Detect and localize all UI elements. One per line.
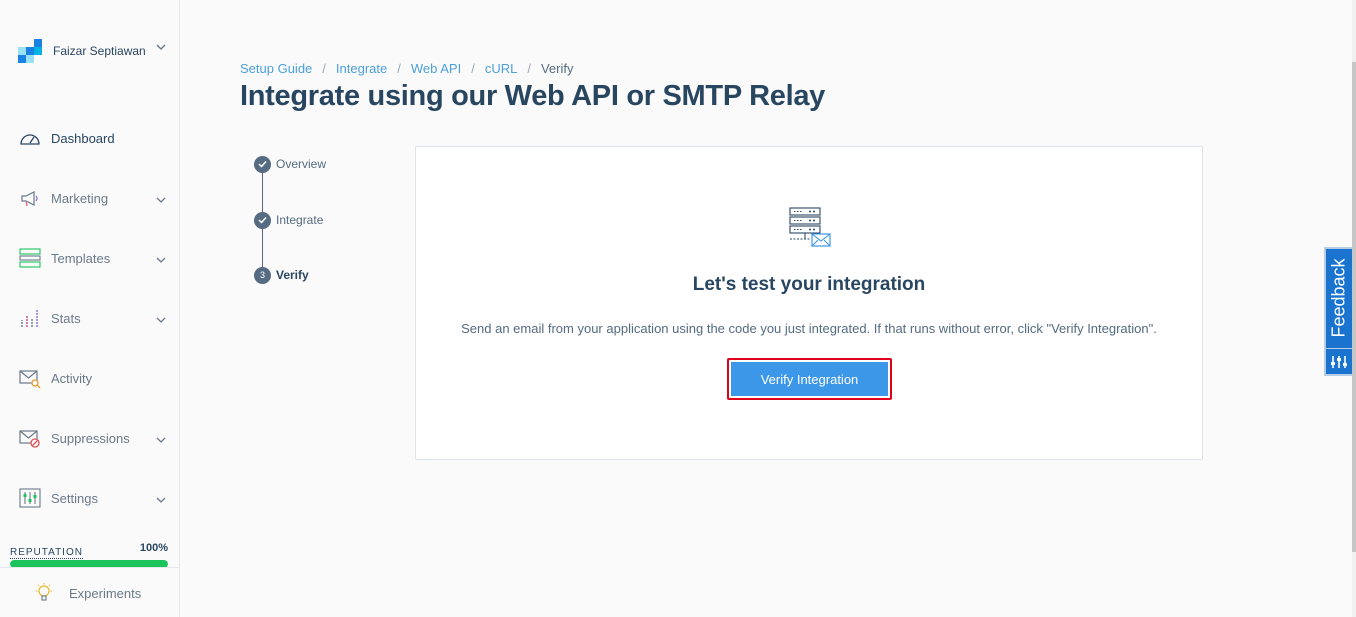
sidebar-item-templates[interactable]: Templates [0, 240, 179, 276]
verify-card: Let's test your integration Send an emai… [415, 146, 1203, 460]
chevron-down-icon [156, 491, 166, 503]
account-switcher[interactable]: Faizar Septiawan [18, 38, 168, 64]
setup-steps: Overview Integrate 3 Verify [254, 155, 394, 295]
reputation-meter: REPUTATION 100% [10, 542, 168, 568]
verify-integration-button[interactable]: Verify Integration [727, 358, 892, 400]
breadcrumb-current: Verify [540, 61, 574, 76]
suppressions-mail-block-icon [19, 428, 41, 448]
chevron-down-icon [156, 43, 166, 54]
sidebar-item-activity[interactable]: Activity [0, 360, 179, 396]
sidebar-item-experiments[interactable]: Experiments [0, 567, 179, 617]
sidebar-item-label: Activity [51, 370, 93, 386]
step-verify: 3 Verify [254, 266, 309, 284]
page-title: Integrate using our Web API or SMTP Rela… [240, 80, 825, 112]
card-description: Send an email from your application usin… [461, 321, 1157, 336]
step-integrate[interactable]: Integrate [254, 211, 323, 229]
chevron-down-icon [156, 251, 166, 263]
sidebar-item-label: Marketing [51, 190, 109, 206]
sidebar-item-label: Settings [51, 490, 98, 506]
server-email-icon [787, 206, 833, 248]
breadcrumb-separator: / [397, 61, 401, 76]
stats-bar-chart-icon [19, 308, 41, 328]
sidebar-item-stats[interactable]: Stats [0, 300, 179, 336]
sendgrid-logo-icon [18, 39, 42, 63]
reputation-value: 100% [139, 542, 168, 554]
page-scrollbar[interactable] [1352, 0, 1356, 617]
dashboard-gauge-icon [19, 128, 41, 148]
step-label: Verify [276, 268, 309, 282]
verify-integration-label: Verify Integration [731, 362, 888, 396]
chevron-down-icon [156, 191, 166, 203]
check-icon [254, 155, 271, 173]
sidebar-item-suppressions[interactable]: Suppressions [0, 420, 179, 456]
breadcrumb-integrate[interactable]: Integrate [336, 61, 387, 76]
step-connector [262, 172, 263, 212]
sidebar-item-label: Suppressions [51, 430, 130, 446]
chevron-down-icon [156, 311, 166, 323]
breadcrumb-web-api[interactable]: Web API [411, 61, 461, 76]
sidebar-item-dashboard[interactable]: Dashboard [0, 120, 179, 156]
feedback-divider [1326, 348, 1352, 349]
step-number: 3 [254, 266, 271, 284]
sidebar-item-label: Templates [51, 250, 111, 266]
breadcrumb-separator: / [322, 61, 326, 76]
scrollbar-thumb[interactable] [1352, 62, 1356, 552]
check-icon [254, 211, 271, 229]
templates-icon [19, 248, 41, 268]
step-overview[interactable]: Overview [254, 155, 326, 173]
chevron-down-icon [156, 431, 166, 443]
feedback-label: Feedback [1328, 258, 1349, 338]
step-label: Overview [276, 157, 327, 171]
card-title: Let's test your integration [692, 274, 926, 295]
sidebar-item-label: Stats [51, 310, 81, 326]
sidebar-item-label: Dashboard [51, 130, 115, 146]
breadcrumb-setup-guide[interactable]: Setup Guide [240, 61, 312, 76]
experiments-label: Experiments [69, 586, 142, 601]
reputation-label[interactable]: REPUTATION [10, 547, 83, 559]
sidebar-item-settings[interactable]: Settings [0, 480, 179, 516]
breadcrumb-separator: / [471, 61, 475, 76]
feedback-tab[interactable]: Feedback [1324, 247, 1352, 376]
breadcrumb-curl[interactable]: cURL [485, 61, 518, 76]
activity-mail-search-icon [19, 368, 41, 389]
feedback-sliders-icon [1329, 353, 1349, 371]
sidebar: Faizar Septiawan Dashboard Marketing Tem… [0, 0, 180, 617]
breadcrumb: Setup Guide / Integrate / Web API / cURL… [240, 61, 573, 76]
settings-sliders-icon [19, 488, 41, 508]
megaphone-icon [19, 188, 41, 208]
account-name: Faizar Septiawan [53, 44, 146, 58]
step-connector [262, 228, 263, 267]
step-label: Integrate [276, 213, 324, 227]
sidebar-item-marketing[interactable]: Marketing [0, 180, 179, 216]
lightbulb-icon [34, 582, 54, 604]
breadcrumb-separator: / [527, 61, 531, 76]
